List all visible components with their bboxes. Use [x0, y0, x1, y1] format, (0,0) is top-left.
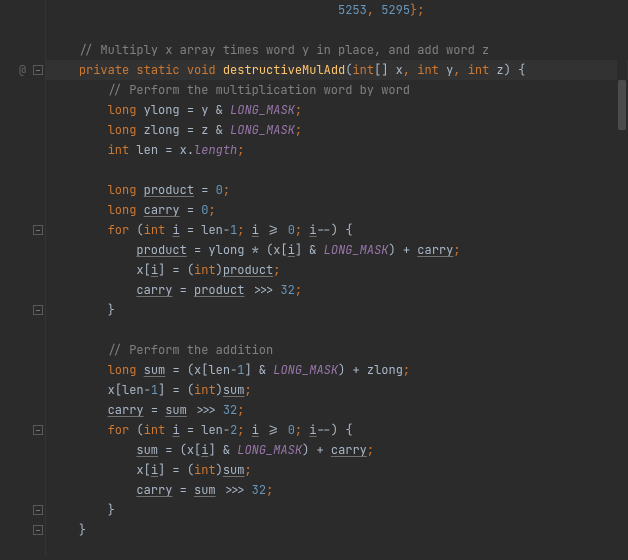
code-line[interactable]: 5253, 5295};	[50, 0, 628, 20]
code-line[interactable]: }	[50, 300, 628, 320]
fold-icon[interactable]	[33, 65, 43, 75]
code-line[interactable]: x[i] = (int)sum;	[50, 460, 628, 480]
change-marker[interactable]: @	[0, 60, 45, 80]
code-line[interactable]: carry = sum >>> 32;	[50, 480, 628, 500]
gutter: @	[0, 0, 46, 556]
fold-icon[interactable]	[33, 505, 43, 515]
code-line[interactable]: long ylong = y & LONG_MASK;	[50, 100, 628, 120]
change-badge: @	[19, 60, 26, 80]
scrollbar-thumb[interactable]	[618, 80, 626, 130]
code-line[interactable]	[50, 160, 628, 180]
code-line[interactable]: int len = x.length;	[50, 140, 628, 160]
code-line[interactable]: // Multiply x array times word y in plac…	[50, 40, 628, 60]
code-line[interactable]: private static void destructiveMulAdd(in…	[50, 60, 628, 80]
code-area[interactable]: 5253, 5295}; // Multiply x array times w…	[46, 0, 628, 556]
code-line[interactable]: long product = 0;	[50, 180, 628, 200]
code-line[interactable]	[50, 320, 628, 340]
code-line[interactable]: for (int i = len-1; i >= 0; i--) {	[50, 220, 628, 240]
code-editor[interactable]: @ 5253, 5295}; // Multiply x array times…	[0, 0, 628, 556]
code-line[interactable]: long sum = (x[len-1] & LONG_MASK) + zlon…	[50, 360, 628, 380]
code-line[interactable]	[50, 20, 628, 40]
code-line[interactable]: carry = sum >>> 32;	[50, 400, 628, 420]
code-line[interactable]	[50, 540, 628, 560]
code-line[interactable]: carry = product >>> 32;	[50, 280, 628, 300]
fold-icon[interactable]	[33, 225, 43, 235]
code-line[interactable]: }	[50, 500, 628, 520]
code-line[interactable]: x[i] = (int)product;	[50, 260, 628, 280]
code-line[interactable]: for (int i = len-2; i >= 0; i--) {	[50, 420, 628, 440]
fold-icon[interactable]	[33, 305, 43, 315]
code-line[interactable]: // Perform the addition	[50, 340, 628, 360]
code-line[interactable]: long zlong = z & LONG_MASK;	[50, 120, 628, 140]
code-line[interactable]: sum = (x[i] & LONG_MASK) + carry;	[50, 440, 628, 460]
code-line[interactable]: // Perform the multiplication word by wo…	[50, 80, 628, 100]
code-line[interactable]: x[len-1] = (int)sum;	[50, 380, 628, 400]
fold-icon[interactable]	[33, 425, 43, 435]
fold-icon[interactable]	[33, 525, 43, 535]
code-line[interactable]: }	[50, 520, 628, 540]
vertical-scrollbar[interactable]	[617, 0, 627, 556]
code-line[interactable]: long carry = 0;	[50, 200, 628, 220]
code-line[interactable]: product = ylong * (x[i] & LONG_MASK) + c…	[50, 240, 628, 260]
